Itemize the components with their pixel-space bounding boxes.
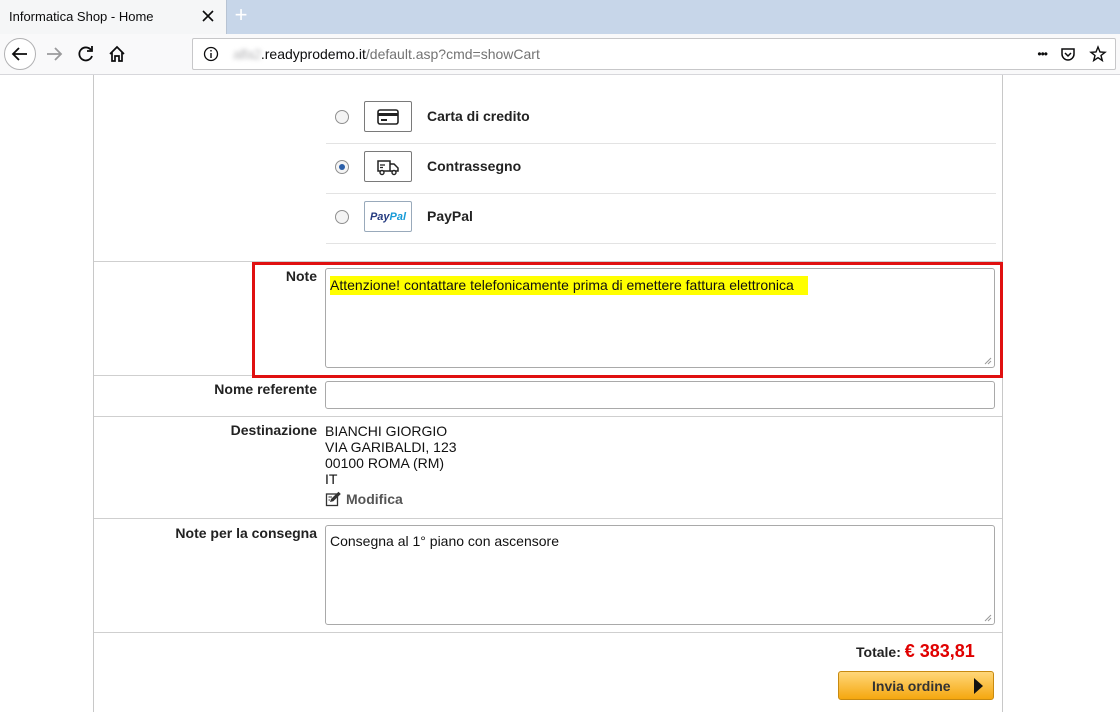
divider — [94, 632, 1002, 633]
pocket-icon[interactable] — [1059, 45, 1077, 63]
modifica-label: Modifica — [346, 491, 403, 507]
divider — [94, 416, 1002, 417]
address-bar[interactable]: alfa2.readyprodemo.it/default.asp?cmd=sh… — [192, 38, 1116, 70]
reload-button[interactable] — [70, 38, 102, 70]
page-content: Carta di credito Contrassegno PayPal Pay… — [0, 75, 1120, 712]
credit-card-icon — [364, 101, 412, 132]
send-order-button[interactable]: Invia ordine — [838, 671, 994, 700]
back-arrow-icon — [11, 47, 27, 61]
radio-contrassegno[interactable] — [335, 160, 349, 174]
modifica-link[interactable]: Modifica — [325, 491, 403, 507]
back-button[interactable] — [4, 38, 36, 70]
destinazione-address: BIANCHI GIORGIO VIA GARIBALDI, 123 00100… — [325, 423, 457, 487]
divider — [94, 518, 1002, 519]
delivery-truck-icon — [364, 151, 412, 182]
home-icon — [109, 45, 125, 62]
send-order-label: Invia ordine — [872, 678, 951, 694]
payment-label: Contrassegno — [427, 158, 522, 174]
address-line: VIA GARIBALDI, 123 — [325, 439, 457, 455]
browser-tab[interactable]: Informatica Shop - Home — [0, 0, 227, 34]
payment-option-contrassegno[interactable]: Contrassegno — [326, 143, 996, 194]
total: Totale: € 383,81 — [856, 641, 975, 662]
payment-label: Carta di credito — [427, 108, 530, 124]
tab-bar: Informatica Shop - Home + — [0, 0, 1120, 34]
navigation-bar: alfa2.readyprodemo.it/default.asp?cmd=sh… — [0, 34, 1120, 75]
page-actions-menu-icon[interactable]: ••• — [1037, 45, 1048, 63]
referente-input[interactable] — [325, 381, 995, 409]
info-icon[interactable] — [203, 46, 219, 62]
bookmark-star-icon[interactable] — [1089, 45, 1107, 63]
paypal-logo: PayPal — [364, 201, 412, 232]
consegna-textarea[interactable]: Consegna al 1° piano con ascensore — [325, 525, 995, 625]
edit-icon — [325, 491, 341, 507]
home-button[interactable] — [101, 38, 133, 70]
reload-icon — [78, 46, 93, 62]
payment-option-paypal[interactable]: PayPal PayPal — [326, 193, 996, 244]
annotation-highlight-box — [252, 262, 1003, 378]
destinazione-label: Destinazione — [230, 422, 317, 438]
play-arrow-icon — [974, 678, 983, 694]
url-text[interactable]: alfa2.readyprodemo.it/default.asp?cmd=sh… — [233, 46, 540, 62]
payment-label: PayPal — [427, 208, 473, 224]
total-label: Totale: — [856, 644, 901, 660]
resize-grip-icon[interactable] — [984, 614, 992, 622]
new-tab-button[interactable]: + — [230, 4, 252, 28]
radio-carta[interactable] — [335, 110, 349, 124]
forward-button[interactable] — [38, 38, 70, 70]
referente-label: Nome referente — [214, 381, 317, 397]
checkout-form: Carta di credito Contrassegno PayPal Pay… — [93, 75, 1003, 712]
consegna-value: Consegna al 1° piano con ascensore — [330, 533, 559, 549]
forward-arrow-icon — [47, 47, 63, 61]
url-actions: ••• — [1037, 45, 1107, 63]
payment-option-carta[interactable]: Carta di credito — [326, 93, 996, 144]
radio-paypal[interactable] — [335, 210, 349, 224]
url-blurred-part: alfa2 — [233, 46, 261, 62]
address-line: 00100 ROMA (RM) — [325, 455, 445, 471]
url-path: /default.asp?cmd=showCart — [365, 46, 540, 62]
address-line: IT — [325, 471, 338, 487]
url-host: .readyprodemo.it — [260, 46, 366, 62]
total-amount: € 383,81 — [904, 641, 975, 661]
address-line: BIANCHI GIORGIO — [325, 423, 448, 439]
tab-title: Informatica Shop - Home — [9, 9, 154, 24]
consegna-label: Note per la consegna — [175, 525, 317, 541]
close-tab-icon[interactable] — [200, 8, 216, 24]
